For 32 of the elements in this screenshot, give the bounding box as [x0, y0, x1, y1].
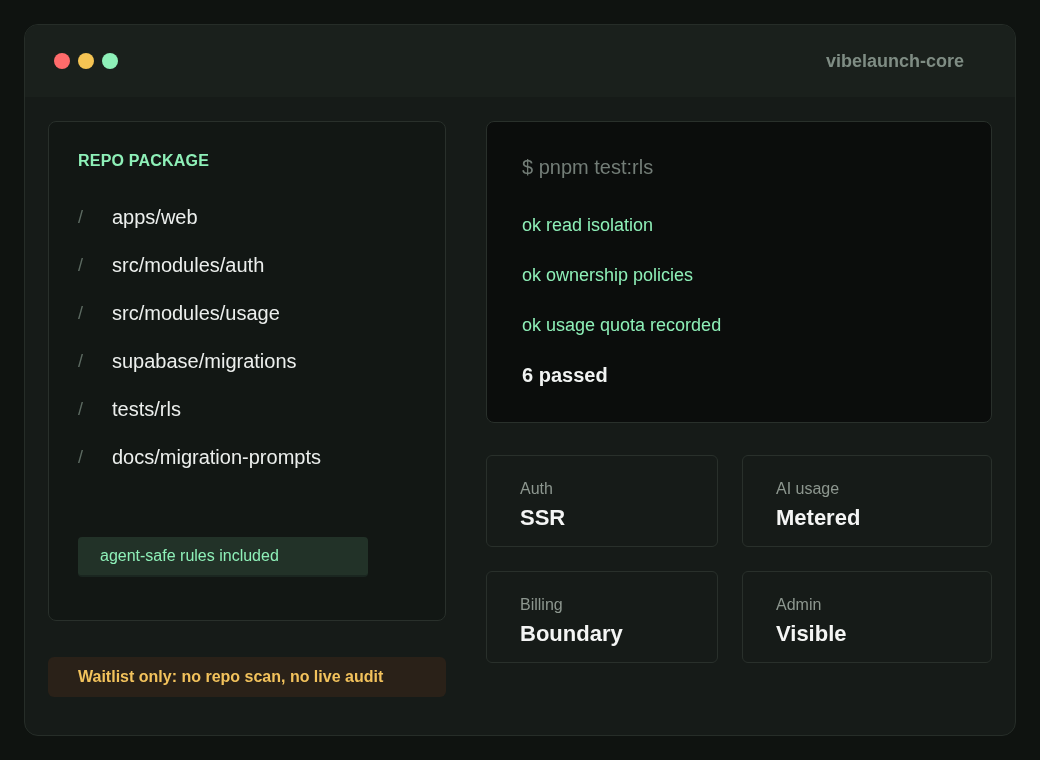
- stat-value: Visible: [776, 621, 847, 647]
- window-control-dot-icon[interactable]: [54, 53, 70, 69]
- path-marker: /: [78, 302, 84, 325]
- path-marker: /: [78, 350, 84, 373]
- stat-label: AI usage: [776, 479, 840, 499]
- warning-notice: Waitlist only: no repo scan, no live audit: [48, 657, 446, 697]
- stat-label: Auth: [520, 479, 553, 499]
- test-result-line: ok read isolation: [522, 214, 654, 237]
- test-summary: 6 passed: [522, 363, 608, 387]
- path-marker: /: [78, 446, 84, 469]
- stat-value: Boundary: [520, 621, 623, 647]
- stat-label: Billing: [520, 595, 563, 615]
- path-text: docs/migration-prompts: [112, 445, 321, 469]
- path-marker: /: [78, 398, 84, 421]
- terminal-command: $ pnpm test:rls: [522, 155, 654, 179]
- path-text: apps/web: [112, 205, 198, 229]
- path-marker: /: [78, 254, 84, 277]
- stat-value: Metered: [776, 505, 861, 531]
- stat-value: SSR: [520, 505, 566, 531]
- info-badge: agent-safe rules included: [78, 537, 368, 577]
- test-result-line: ok ownership policies: [522, 264, 694, 287]
- path-text: supabase/migrations: [112, 349, 297, 373]
- test-result-line: ok usage quota recorded: [522, 314, 722, 337]
- path-text: tests/rls: [112, 397, 181, 421]
- path-text: src/modules/usage: [112, 301, 280, 325]
- path-marker: /: [78, 206, 84, 229]
- stat-label: Admin: [776, 595, 822, 615]
- window-control-dot-icon[interactable]: [102, 53, 118, 69]
- panel-heading: REPO PACKAGE: [78, 151, 209, 171]
- window-control-dot-icon[interactable]: [78, 53, 94, 69]
- window-title: vibelaunch-core: [825, 50, 964, 72]
- path-text: src/modules/auth: [112, 253, 265, 277]
